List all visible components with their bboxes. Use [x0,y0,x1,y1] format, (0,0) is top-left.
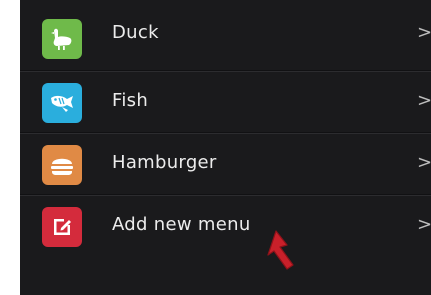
menu-item-duck[interactable]: Duck > [20,0,431,72]
hamburger-icon [51,158,73,175]
menu-list: Duck > Fish > Hamburger > Add new menu > [20,0,431,257]
arrow-cursor-icon [267,230,294,270]
add-new-tile [42,207,82,247]
menu-item-fish[interactable]: Fish > [20,72,431,134]
menu-item-label: Hamburger [112,152,217,173]
chevron-right-icon: > [417,214,431,235]
fish-tile [42,83,82,123]
chevron-right-icon: > [417,90,431,111]
duck-icon [51,28,72,50]
menu-item-label: Duck [112,22,159,43]
chevron-right-icon: > [417,152,431,173]
menu-item-label: Fish [112,90,149,111]
fish-icon [51,95,73,112]
duck-tile [42,19,82,59]
menu-item-add-new[interactable]: Add new menu > [20,196,431,257]
hamburger-tile [42,145,82,185]
chevron-right-icon: > [417,22,431,43]
menu-screen: Duck > Fish > Hamburger > Add new menu > [20,0,431,295]
menu-item-hamburger[interactable]: Hamburger > [20,134,431,196]
edit-icon [54,219,71,235]
menu-item-label: Add new menu [112,214,251,235]
